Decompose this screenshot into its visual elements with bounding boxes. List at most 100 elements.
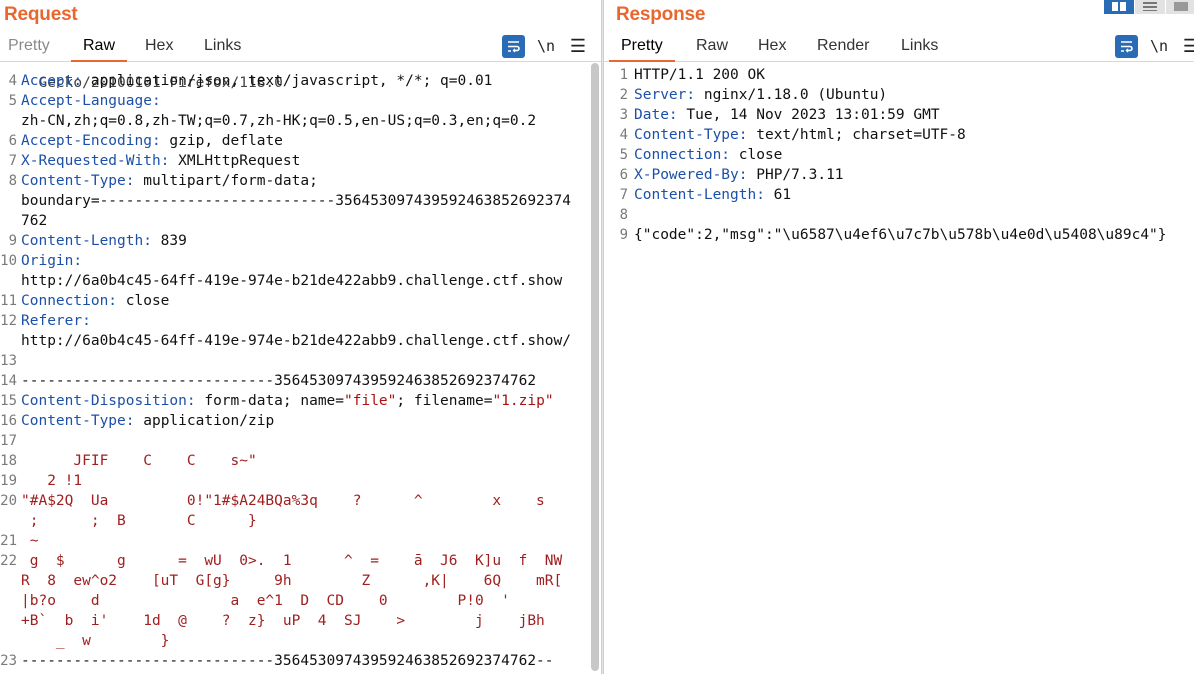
request-line: +B` b i' 1d @ ? z} uP 4 SJ > j jBh [0, 611, 601, 631]
line-number: 19 [0, 473, 17, 489]
line-text: Accept: application/json, text/javascrip… [21, 71, 492, 91]
line-text: 762 [21, 211, 47, 231]
line-number: 12 [0, 313, 17, 329]
line-text: http://6a0b4c45-64ff-419e-974e-b21de422a… [21, 331, 571, 351]
response-wrap-lines-button[interactable] [1115, 35, 1138, 58]
response-tab-render[interactable]: Render [817, 37, 869, 62]
line-text: {"code":2,"msg":"\u6587\u4ef6\u7c7b\u578… [634, 225, 1167, 245]
response-line: 2 Server: nginx/1.18.0 (Ubuntu) [604, 85, 1194, 105]
response-tab-links[interactable]: Links [901, 37, 938, 62]
response-newline-toggle[interactable]: \n [1149, 34, 1169, 58]
line-text: Date: Tue, 14 Nov 2023 13:01:59 GMT [634, 105, 940, 125]
request-line: 12 Referer: [0, 311, 601, 331]
header-value: nginx/1.18.0 (Ubuntu) [695, 87, 888, 103]
line-number: 13 [0, 353, 17, 369]
line-number: 1 [619, 67, 628, 83]
line-text: -----------------------------35645309743… [21, 371, 536, 391]
binary-content: JFIF C C s~" [21, 453, 257, 469]
response-tab-hex[interactable]: Hex [758, 37, 786, 62]
header-key: Accept-Language: [21, 93, 161, 109]
request-partial-line: Gecko/20100101 Firefox/118.0 [0, 53, 601, 91]
line-number: 17 [0, 433, 17, 449]
response-tab-raw[interactable]: Raw [696, 37, 728, 62]
request-line: 10 Origin: [0, 251, 601, 271]
line-number: 15 [0, 393, 17, 409]
header-key: Accept-Encoding: [21, 133, 161, 149]
request-line: 14 -----------------------------356453097… [0, 371, 601, 391]
request-line: 8 Content-Type: multipart/form-data; [0, 171, 601, 191]
response-line: 7 Content-Length: 61 [604, 185, 1194, 205]
header-value: XMLHttpRequest [169, 153, 301, 169]
line-number: 8 [619, 207, 628, 223]
request-line: http://6a0b4c45-64ff-419e-974e-b21de422a… [0, 331, 601, 351]
header-value: text/html; charset=UTF-8 [747, 127, 966, 143]
binary-content: R 8 ew^o2 [uT G[g} 9h Z ,K| 6Q mR[ [21, 573, 563, 589]
line-text: Origin: [21, 251, 82, 271]
response-editor[interactable]: 1 HTTP/1.1 200 OK 2 Server: nginx/1.18.0 (U… [604, 63, 1194, 674]
header-value: application/json, text/javascript, */*; … [82, 73, 493, 89]
line-text: X-Requested-With: XMLHttpRequest [21, 151, 300, 171]
header-key: Connection: [634, 147, 731, 163]
line-number: 4 [619, 127, 628, 143]
request-line: 9 Content-Length: 839 [0, 231, 601, 251]
line-number: 8 [8, 173, 17, 189]
layout-tabs-button[interactable] [1166, 0, 1194, 14]
request-line: 18 JFIF C C s~" [0, 451, 601, 471]
header-key: Referer: [21, 313, 91, 329]
header-key: Origin: [21, 253, 83, 269]
line-text: _ w } [21, 631, 170, 651]
single-pane-icon [1174, 2, 1188, 11]
request-line: R 8 ew^o2 [uT G[g} 9h Z ,K| 6Q mR[ [0, 571, 601, 591]
request-scrollbar[interactable] [591, 63, 599, 671]
line-number: 22 [0, 553, 17, 569]
request-editor[interactable]: Gecko/20100101 Firefox/118.0 4 Accept: ap… [0, 63, 601, 674]
request-line: _ w } [0, 631, 601, 651]
binary-content: |b?o d a e^1 D CD 0 P!0 ' [21, 593, 510, 609]
header-key: Connection: [21, 293, 118, 309]
response-tab-pretty[interactable]: Pretty [609, 37, 675, 62]
wrap-lines-icon [1121, 41, 1133, 53]
header-value: 762 [21, 213, 48, 229]
request-line: 17 [0, 431, 601, 451]
line-text: Connection: close [21, 291, 169, 311]
line-number: 9 [619, 227, 628, 243]
request-pane: Request Pretty Raw Hex Links \n ☰ Gecko/… [0, 0, 601, 674]
response-menu-button[interactable]: ☰ [1181, 34, 1194, 58]
header-value: boundary=---------------------------3564… [21, 193, 571, 209]
line-text: boundary=---------------------------3564… [21, 191, 571, 211]
request-line: zh-CN,zh;q=0.8,zh-TW;q=0.7,zh-HK;q=0.5,e… [0, 111, 601, 131]
request-line: boundary=---------------------------3564… [0, 191, 601, 211]
line-number: 18 [0, 453, 17, 469]
line-text: -----------------------------35645309743… [21, 651, 554, 671]
line-text: Content-Disposition: form-data; name="fi… [21, 391, 554, 411]
line-number: 10 [0, 253, 17, 269]
layout-side-by-side-button[interactable] [1104, 0, 1134, 14]
header-key: Server: [634, 87, 696, 103]
line-text: Content-Type: application/zip [21, 411, 274, 431]
line-text: Server: nginx/1.18.0 (Ubuntu) [634, 85, 887, 105]
layout-stacked-button[interactable] [1135, 0, 1165, 14]
header-value: multipart/form-data; [134, 173, 318, 189]
header-value: gzip, deflate [160, 133, 283, 149]
response-line: 6 X-Powered-By: PHP/7.3.11 [604, 165, 1194, 185]
header-key: Content-Length: [634, 187, 765, 203]
request-line: 13 [0, 351, 601, 371]
request-line: 21 ~ [0, 531, 601, 551]
request-line: 4 Accept: application/json, text/javascri… [0, 71, 601, 91]
request-line: 23 -----------------------------356453097… [0, 651, 601, 671]
line-text: Accept-Encoding: gzip, deflate [21, 131, 283, 151]
line-text: Content-Length: 839 [21, 231, 187, 251]
line-text: Content-Type: multipart/form-data; [21, 171, 318, 191]
wrap-lines-icon [508, 41, 520, 53]
line-number: 7 [619, 187, 628, 203]
header-value: 839 [151, 233, 187, 249]
line-text: HTTP/1.1 200 OK [634, 65, 765, 85]
request-line: 22 g $ g = wU 0>. 1 ^ = ā J6 K]u f NW [0, 551, 601, 571]
header-key: Content-Type: [21, 173, 135, 189]
header-value: HTTP/1.1 200 OK [634, 67, 765, 83]
line-number: 21 [0, 533, 17, 549]
line-text: zh-CN,zh;q=0.8,zh-TW;q=0.7,zh-HK;q=0.5,e… [21, 111, 536, 131]
binary-content: _ w } [21, 633, 170, 649]
binary-content: ; ; B C } [21, 513, 257, 529]
header-value: zh-CN,zh;q=0.8,zh-TW;q=0.7,zh-HK;q=0.5,e… [21, 113, 537, 129]
